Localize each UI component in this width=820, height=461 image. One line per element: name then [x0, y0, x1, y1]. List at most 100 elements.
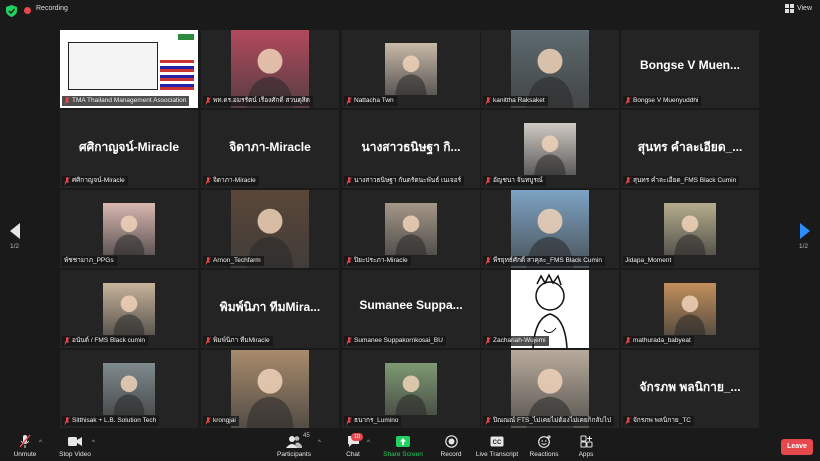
- participant-name: อัญชนา จันทบูรณ์: [493, 177, 543, 184]
- participant-name: TMA Thailand Management Association: [72, 97, 187, 104]
- muted-microphone-icon: [64, 177, 70, 185]
- participant-video: [524, 123, 576, 175]
- muted-microphone-icon: [346, 257, 352, 265]
- muted-microphone-icon: [346, 177, 352, 185]
- muted-microphone-icon: [205, 417, 211, 425]
- participant-tile[interactable]: พท.ดร.อมรรัตน์ เรืองศักดิ์ สวนดุสิต: [201, 30, 339, 108]
- participant-name-label: พิมพ์นิภา ทีมMiracle: [203, 336, 273, 346]
- video-options-caret[interactable]: ^: [92, 440, 95, 446]
- reactions-button[interactable]: Reactions: [529, 435, 559, 458]
- participant-tile[interactable]: ธนากร_Lumino: [342, 350, 480, 428]
- participant-name-label: Arnon_Techfarm: [203, 256, 264, 266]
- participant-video: [103, 283, 155, 335]
- participant-display-name: พิมพ์นิภา ทีมMira...: [219, 300, 321, 314]
- view-label: View: [796, 5, 812, 12]
- participants-label: Participants: [277, 451, 311, 458]
- participant-display-name: นางสาวธนิษฐา กิ...: [361, 140, 461, 154]
- participant-tile[interactable]: Bongse V Muen... Bongse V Muenyuddhi: [621, 30, 759, 108]
- muted-microphone-icon: [625, 177, 631, 185]
- participant-tile[interactable]: พัชชามาภ_PPGs: [60, 190, 198, 268]
- participant-name: Arnon_Techfarm: [213, 257, 261, 264]
- next-page-arrow-icon[interactable]: [798, 222, 812, 240]
- participant-tile[interactable]: ปิยะประภา-Miracle: [342, 190, 480, 268]
- muted-microphone-icon: [19, 435, 31, 448]
- participant-tile[interactable]: ปิณณณ์ FTS_ไม่เคยไม่ต้องไม่เคยก็กลับไป: [481, 350, 619, 428]
- participant-name: ปิยะประภา-Miracle: [354, 257, 408, 264]
- chat-button[interactable]: 10 Chat: [341, 433, 365, 458]
- muted-microphone-icon: [64, 337, 70, 345]
- participant-name-label: นางสาวธนิษฐา กันตรัตนะพันธ์ เนเจอร์: [344, 176, 465, 186]
- muted-microphone-icon: [205, 337, 211, 345]
- participant-name-label: TMA Thailand Management Association: [62, 96, 190, 106]
- participant-name: kanittha Raksaket: [493, 97, 545, 104]
- live-transcript-button[interactable]: CC Live Transcript: [475, 435, 519, 458]
- participant-name-label: ศศิกาญจน์-Miracle: [62, 176, 128, 186]
- participant-tile[interactable]: Sitthisak + L.B. Solution Tech: [60, 350, 198, 428]
- participant-name: อนันต์ / FMS Black cumin: [72, 337, 145, 344]
- participant-name: ธนากร_Lumino: [354, 417, 399, 424]
- participant-display-name: จักรภพ พลนิกาย_...: [639, 380, 741, 394]
- participant-name-label: Zachariah-Wujemi: [483, 336, 549, 346]
- share-screen-label: Share Screen: [383, 451, 423, 458]
- participant-tile[interactable]: อนันต์ / FMS Black cumin: [60, 270, 198, 348]
- gallery-grid: TMA Thailand Management Association พท.ดร…: [60, 30, 760, 430]
- participant-tile[interactable]: Nattacha Twn: [342, 30, 480, 108]
- audio-options-caret[interactable]: ^: [39, 440, 42, 446]
- page-indicator-left: 1/2: [10, 243, 20, 250]
- participant-display-name: สุนทร คำละเอียด_...: [637, 140, 743, 154]
- muted-microphone-icon: [346, 97, 352, 105]
- participant-tile[interactable]: จักรภพ พลนิกาย_... จักรภพ พลนิกาย_TC: [621, 350, 759, 428]
- participant-tile[interactable]: Jidapa_Moment: [621, 190, 759, 268]
- participant-name: mathurada_babyeat: [633, 337, 691, 344]
- grid-view-icon: [784, 4, 794, 13]
- stop-video-button[interactable]: Stop Video: [56, 435, 94, 458]
- participant-tile[interactable]: สุนทร คำละเอียด_... สุนทร คำละเอียด_FMS B…: [621, 110, 759, 188]
- participant-video: [385, 43, 437, 95]
- participant-name-label: Sitthisak + L.B. Solution Tech: [62, 416, 160, 426]
- participants-count: 45: [303, 433, 310, 439]
- previous-page-arrow-icon[interactable]: [8, 222, 22, 240]
- participant-tile[interactable]: พิมพ์นิภา ทีมMira... พิมพ์นิภา ทีมMiracle: [201, 270, 339, 348]
- participant-name: Sumanee Suppakornkosai_BU: [354, 337, 443, 344]
- participant-video: [231, 350, 309, 428]
- participant-display-name: Sumanee Suppa...: [359, 298, 463, 312]
- apps-button[interactable]: Apps: [576, 435, 596, 458]
- participant-tile[interactable]: Arnon_Techfarm: [201, 190, 339, 268]
- video-camera-icon: [68, 437, 82, 446]
- live-transcript-label: Live Transcript: [475, 451, 519, 458]
- participant-name-label: ปิยะประภา-Miracle: [344, 256, 411, 266]
- record-button[interactable]: Record: [438, 435, 464, 458]
- muted-microphone-icon: [485, 337, 491, 345]
- chat-options-caret[interactable]: ^: [367, 440, 370, 446]
- participant-tile[interactable]: kanittha Raksaket: [481, 30, 619, 108]
- participant-tile[interactable]: อัญชนา จันทบูรณ์: [481, 110, 619, 188]
- participant-name-label: พท.ดร.อมรรัตน์ เรืองศักดิ์ สวนดุสิต: [203, 96, 313, 106]
- participants-options-caret[interactable]: ^: [318, 440, 321, 446]
- participant-tile[interactable]: TMA Thailand Management Association: [60, 30, 198, 108]
- participant-name-label: พีรยุทธ์ศักดิ์ สาคุละ_FMS Black Cumin: [483, 256, 605, 266]
- participant-tile[interactable]: Sumanee Suppa... Sumanee Suppakornkosai_B…: [342, 270, 480, 348]
- record-icon: [444, 435, 458, 448]
- leave-button[interactable]: Leave: [781, 439, 813, 455]
- share-screen-button[interactable]: Share Screen: [383, 435, 423, 458]
- svg-text:CC: CC: [493, 440, 502, 446]
- unmute-button[interactable]: Unmute: [10, 435, 40, 458]
- participant-tile[interactable]: krongjai: [201, 350, 339, 428]
- closed-caption-icon: CC: [490, 436, 504, 447]
- muted-microphone-icon: [485, 177, 491, 185]
- participant-video: [385, 363, 437, 415]
- smiley-plus-icon: [537, 435, 551, 448]
- participant-tile[interactable]: จิดาภา-Miracle จิดาภา-Miracle: [201, 110, 339, 188]
- participant-tile[interactable]: Zachariah-Wujemi: [481, 270, 619, 348]
- participant-tile[interactable]: mathurada_babyeat: [621, 270, 759, 348]
- participant-name: Bongse V Muenyuddhi: [633, 97, 699, 104]
- security-shield-icon[interactable]: [6, 5, 17, 17]
- participant-tile[interactable]: พีรยุทธ์ศักดิ์ สาคุละ_FMS Black Cumin: [481, 190, 619, 268]
- reactions-label: Reactions: [529, 451, 559, 458]
- participant-tile[interactable]: ศศิกาญจน์-Miracle ศศิกาญจน์-Miracle: [60, 110, 198, 188]
- participant-name-label: Jidapa_Moment: [623, 256, 675, 266]
- participant-name: Zachariah-Wujemi: [493, 337, 546, 344]
- chat-unread-badge: 10: [351, 433, 364, 441]
- participant-tile[interactable]: นางสาวธนิษฐา กิ... นางสาวธนิษฐา กันตรัตนะ…: [342, 110, 480, 188]
- view-button[interactable]: View: [784, 4, 812, 13]
